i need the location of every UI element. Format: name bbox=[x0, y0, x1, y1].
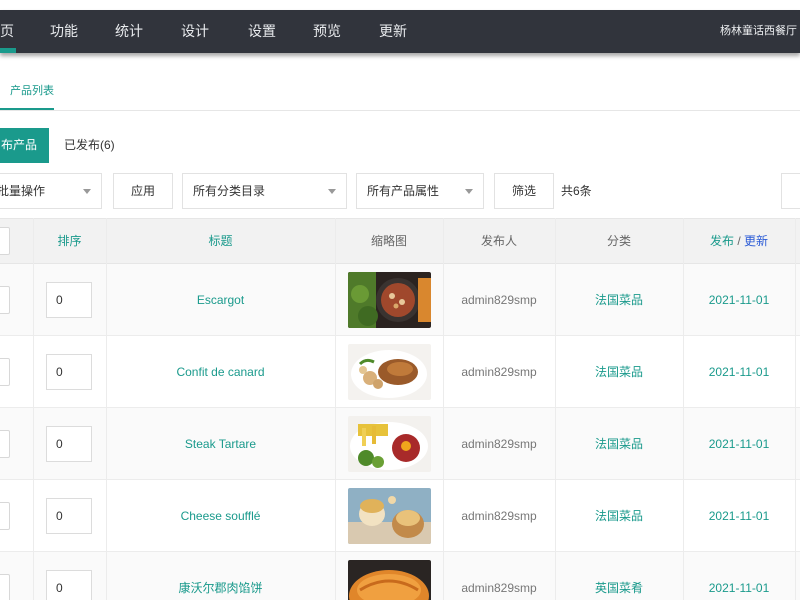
steak-tartare-photo-image bbox=[348, 416, 431, 472]
result-count: 共6条 bbox=[561, 184, 592, 198]
product-title-link[interactable]: Cheese soufflé bbox=[106, 480, 335, 552]
sort-order-input[interactable]: 0 bbox=[46, 354, 92, 390]
status-tab-all-label: 布产品 bbox=[0, 138, 37, 152]
site-name[interactable]: 杨林童话西餐厅 bbox=[720, 10, 800, 53]
column-thumbnail: 缩略图 bbox=[370, 234, 407, 248]
table-row: 0 康沃尔郡肉馅饼 admin829smp 英国菜肴 2021-11-01 bbox=[0, 552, 800, 600]
top-nav: 页 功能 统计 设计 设置 预览 更新 杨林童话西餐厅 bbox=[0, 10, 800, 53]
publisher-name: admin829smp bbox=[461, 509, 537, 523]
column-divider bbox=[683, 218, 684, 600]
nav-item-home[interactable]: 页 bbox=[0, 10, 14, 53]
product-title-link[interactable]: 康沃尔郡肉馅饼 bbox=[106, 552, 335, 600]
category-select[interactable]: 所有分类目录 bbox=[182, 173, 347, 209]
sort-order-input[interactable]: 0 bbox=[46, 282, 92, 318]
column-title[interactable]: 标题 bbox=[106, 219, 335, 263]
product-title-link[interactable]: Steak Tartare bbox=[106, 408, 335, 480]
publisher-name: admin829smp bbox=[461, 365, 537, 379]
category-link[interactable]: 法国菜品 bbox=[555, 336, 683, 408]
category-link[interactable]: 法国菜品 bbox=[555, 408, 683, 480]
column-category: 分类 bbox=[606, 234, 631, 248]
bulk-action-value: 批量操作 bbox=[0, 184, 46, 198]
nav-item-design[interactable]: 设计 bbox=[181, 10, 209, 53]
table-row: 0 Steak Tartare admin829smp 法国菜品 2021-11-01 bbox=[0, 408, 800, 480]
tab-product-list-label: 产品列表 bbox=[10, 85, 54, 97]
category-value: 所有分类目录 bbox=[193, 184, 266, 198]
table-header: 排序 标题 缩略图 发布人 分类 发布 / 更新 bbox=[0, 218, 800, 264]
nav-item-update[interactable]: 更新 bbox=[379, 10, 407, 53]
publish-date: 2021-11-01 bbox=[708, 581, 770, 595]
apply-button[interactable]: 应用 bbox=[113, 173, 173, 209]
duck-confit-photo-image bbox=[348, 344, 431, 400]
cheese-souffle-photo-image bbox=[348, 488, 431, 544]
chevron-down-icon bbox=[83, 189, 91, 194]
publisher-name: admin829smp bbox=[461, 581, 537, 595]
table-row: 0 Confit de canard admin829smp 法国菜品 2021-11-… bbox=[0, 336, 800, 408]
publish-date: 2021-11-01 bbox=[708, 293, 770, 307]
status-tab-all[interactable]: 布产品 bbox=[0, 128, 49, 163]
sort-order-input[interactable]: 0 bbox=[46, 498, 92, 534]
chevron-down-icon bbox=[328, 189, 336, 194]
sort-order-input[interactable]: 0 bbox=[46, 426, 92, 462]
row-checkbox[interactable] bbox=[0, 574, 10, 600]
column-divider bbox=[335, 218, 336, 600]
attribute-select[interactable]: 所有产品属性 bbox=[356, 173, 484, 209]
cornish-pasty-photo-image bbox=[348, 560, 431, 600]
header-separator: / bbox=[733, 234, 744, 248]
bulk-action-select[interactable]: 批量操作 bbox=[0, 173, 102, 209]
publish-date: 2021-11-01 bbox=[708, 365, 770, 379]
product-thumbnail[interactable] bbox=[348, 416, 431, 472]
nav-item-settings[interactable]: 设置 bbox=[248, 10, 276, 53]
tab-divider bbox=[0, 110, 800, 111]
search-box-edge[interactable] bbox=[781, 173, 800, 209]
row-checkbox[interactable] bbox=[0, 358, 10, 386]
select-all-checkbox[interactable] bbox=[0, 227, 10, 255]
escargot-photo-image bbox=[348, 272, 431, 328]
publisher-name: admin829smp bbox=[461, 437, 537, 451]
column-date: 发布 / 更新 bbox=[683, 219, 795, 263]
sort-order-input[interactable]: 0 bbox=[46, 570, 92, 600]
table-row: 0 Escargot admin829smp 法国菜品 2021-11-01 bbox=[0, 264, 800, 336]
category-link[interactable]: 英国菜肴 bbox=[555, 552, 683, 600]
row-checkbox[interactable] bbox=[0, 430, 10, 458]
row-checkbox[interactable] bbox=[0, 286, 10, 314]
tab-product-list[interactable]: 产品列表 bbox=[0, 82, 54, 110]
category-link[interactable]: 法国菜品 bbox=[555, 264, 683, 336]
product-thumbnail[interactable] bbox=[348, 488, 431, 544]
publish-date: 2021-11-01 bbox=[708, 509, 770, 523]
product-title-link[interactable]: Confit de canard bbox=[106, 336, 335, 408]
column-publisher: 发布人 bbox=[480, 234, 517, 248]
sort-by-update[interactable]: 更新 bbox=[744, 234, 768, 248]
column-sort[interactable]: 排序 bbox=[33, 219, 106, 263]
column-divider bbox=[106, 218, 107, 600]
sort-by-publish[interactable]: 发布 bbox=[710, 234, 734, 248]
nav-active-indicator bbox=[0, 48, 16, 53]
row-checkbox[interactable] bbox=[0, 502, 10, 530]
publish-date: 2021-11-01 bbox=[708, 437, 770, 451]
nav-item-features[interactable]: 功能 bbox=[50, 10, 78, 53]
filter-button[interactable]: 筛选 bbox=[494, 173, 554, 209]
status-tab-published[interactable]: 已发布(6) bbox=[64, 128, 115, 163]
column-divider bbox=[33, 218, 34, 600]
nav-item-stats[interactable]: 统计 bbox=[115, 10, 143, 53]
product-title-link[interactable]: Escargot bbox=[106, 264, 335, 336]
column-divider bbox=[443, 218, 444, 600]
publisher-name: admin829smp bbox=[461, 293, 537, 307]
chevron-down-icon bbox=[465, 189, 473, 194]
product-thumbnail[interactable] bbox=[348, 344, 431, 400]
column-divider bbox=[555, 218, 556, 600]
nav-item-preview[interactable]: 预览 bbox=[313, 10, 341, 53]
product-thumbnail[interactable] bbox=[348, 560, 431, 600]
product-thumbnail[interactable] bbox=[348, 272, 431, 328]
category-link[interactable]: 法国菜品 bbox=[555, 480, 683, 552]
column-divider bbox=[795, 218, 796, 600]
table-row: 0 Cheese soufflé admin829smp 法国菜品 2021-11-01 bbox=[0, 480, 800, 552]
attribute-value: 所有产品属性 bbox=[367, 184, 440, 198]
